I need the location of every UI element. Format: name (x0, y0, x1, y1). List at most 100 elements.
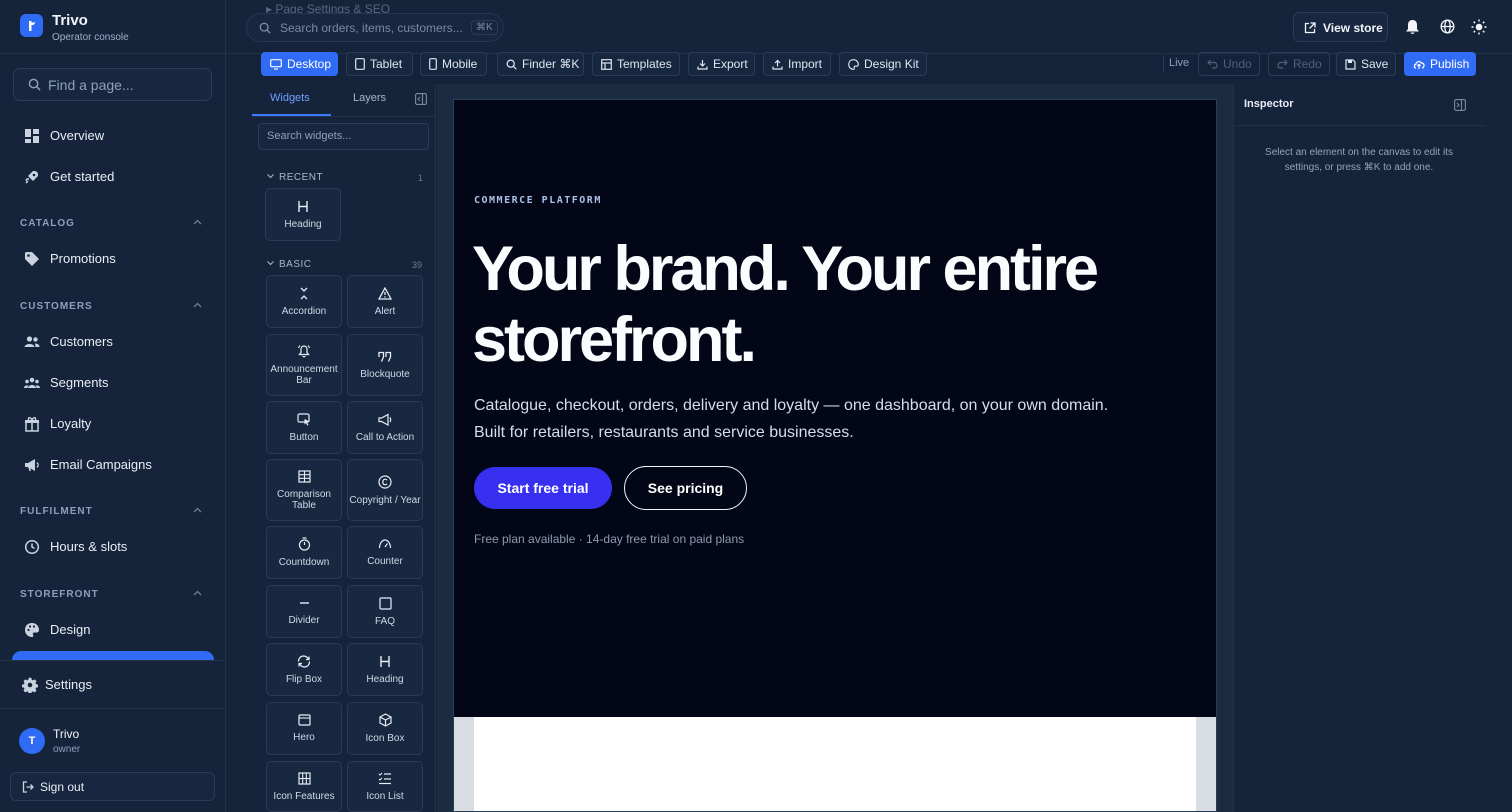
nav-item-customers[interactable]: Customers (0, 324, 225, 360)
widget-tile-call-to-action[interactable]: Call to Action (347, 401, 423, 454)
tablet-icon (355, 58, 365, 70)
chevron-up-icon[interactable] (193, 507, 202, 513)
section-title-catalog[interactable]: CATALOG (20, 218, 75, 229)
nav-item-overview[interactable]: Overview (0, 118, 225, 154)
publish-button[interactable]: Publish (1404, 52, 1476, 76)
hero-icon (297, 714, 311, 726)
nav-item-hours-slots[interactable]: Hours & slots (0, 529, 225, 565)
megaphone-icon (25, 459, 39, 471)
widget-tile-heading-recent[interactable]: Heading (265, 188, 341, 241)
widget-tile-icon-box[interactable]: Icon Box (347, 702, 423, 755)
hero-eyebrow[interactable]: COMMERCE PLATFORM (474, 195, 602, 206)
download-icon (697, 59, 708, 70)
nav-item-settings[interactable]: Settings (0, 667, 225, 703)
widget-tile-countdown[interactable]: Countdown (266, 526, 342, 579)
see-pricing-button[interactable]: See pricing (624, 466, 747, 510)
device-tablet-button[interactable]: Tablet (346, 52, 413, 76)
section-title-storefront[interactable]: STOREFRONT (20, 589, 99, 600)
widget-tile-blockquote[interactable]: Blockquote (347, 334, 423, 396)
widget-label: Button (289, 431, 319, 443)
nav-item-active-partial[interactable] (12, 651, 214, 660)
toolbar-label: Design Kit (864, 57, 919, 71)
widget-tile-hero[interactable]: Hero (266, 702, 342, 755)
sign-out-label: Sign out (40, 780, 85, 794)
hero-description[interactable]: Catalogue, checkout, orders, delivery an… (474, 392, 1114, 446)
group-title-basic[interactable]: BASIC (279, 259, 312, 270)
toolbar-label: Tablet (370, 57, 403, 71)
section-title-fulfilment[interactable]: FULFILMENT (20, 506, 93, 517)
save-button[interactable]: Save (1336, 52, 1396, 76)
find-page-input[interactable]: Find a page... (13, 68, 212, 101)
upload-icon (772, 59, 783, 70)
toolbar-label: Redo (1293, 57, 1322, 71)
widget-tile-icon-list[interactable]: Icon List (347, 761, 423, 812)
widget-tile-counter[interactable]: Counter (347, 526, 423, 579)
nav-item-segments[interactable]: Segments (0, 365, 225, 401)
widget-tile-comparison-table[interactable]: Comparison Table (266, 459, 342, 521)
widget-tile-alert[interactable]: Alert (347, 275, 423, 328)
inspector-title: Inspector (1244, 98, 1294, 110)
widget-label: Heading (366, 673, 404, 685)
widget-search-input[interactable]: Search widgets... (258, 123, 429, 150)
finder-button[interactable]: Finder ⌘K (497, 52, 584, 76)
monitor-icon (270, 58, 282, 70)
section-title-customers[interactable]: CUSTOMERS (20, 301, 93, 312)
tab-widgets[interactable]: Widgets (270, 92, 310, 104)
sun-icon[interactable] (1471, 19, 1487, 35)
widget-tile-accordion[interactable]: Accordion (266, 275, 342, 328)
group-title-recent[interactable]: RECENT (279, 172, 323, 183)
templates-button[interactable]: Templates (592, 52, 680, 76)
widget-tile-announcement-bar[interactable]: Announcement Bar (266, 334, 342, 396)
nav-item-loyalty[interactable]: Loyalty (0, 406, 225, 442)
avatar[interactable]: T (19, 728, 45, 754)
chevron-down-icon[interactable] (267, 174, 274, 179)
widget-tile-flip-box[interactable]: Flip Box (266, 643, 342, 696)
start-free-trial-button[interactable]: Start free trial (474, 467, 612, 509)
widget-tile-faq[interactable]: FAQ (347, 585, 423, 638)
search-icon (506, 59, 517, 70)
bell-icon[interactable] (1405, 19, 1420, 35)
live-status: Live (1169, 57, 1190, 69)
nav-item-design[interactable]: Design (0, 612, 225, 648)
chevron-down-icon[interactable] (267, 261, 274, 266)
design-kit-button[interactable]: Design Kit (839, 52, 927, 76)
search-shortcut: ⌘K (471, 20, 498, 35)
globe-icon[interactable] (1440, 19, 1455, 34)
view-store-button[interactable]: View store (1293, 12, 1388, 42)
export-button[interactable]: Export (688, 52, 755, 76)
global-search-input[interactable]: Search orders, items, customers... ⌘K (246, 13, 504, 42)
chevron-up-icon[interactable] (193, 302, 202, 308)
device-mobile-button[interactable]: Mobile (420, 52, 487, 76)
hero-headline[interactable]: Your brand. Your entire storefront. (472, 234, 1192, 376)
chevron-up-icon[interactable] (193, 590, 202, 596)
canvas-page[interactable]: COMMERCE PLATFORM Your brand. Your entir… (453, 99, 1217, 812)
next-section[interactable] (454, 717, 1216, 811)
hero-note[interactable]: Free plan available · 14-day free trial … (474, 532, 744, 546)
widget-tile-copyright-year[interactable]: Copyright / Year (347, 459, 423, 521)
widget-tile-icon-features[interactable]: Icon Features (266, 761, 342, 812)
redo-button[interactable]: Redo (1268, 52, 1330, 76)
import-button[interactable]: Import (763, 52, 831, 76)
widget-tile-divider[interactable]: Divider (266, 585, 342, 638)
widget-tile-button[interactable]: Button (266, 401, 342, 454)
trivo-logo-icon (20, 14, 43, 37)
tab-layers[interactable]: Layers (353, 92, 386, 104)
user-role: owner (53, 744, 81, 755)
nav-item-email-campaigns[interactable]: Email Campaigns (0, 447, 225, 483)
collapse-panel-icon[interactable] (1454, 99, 1466, 111)
collapse-panel-icon[interactable] (415, 93, 427, 105)
widget-label: Divider (288, 615, 320, 626)
next-section-content[interactable] (474, 717, 1196, 811)
search-icon (28, 78, 41, 91)
sign-out-button[interactable]: Sign out (10, 772, 215, 801)
device-desktop-button[interactable]: Desktop (261, 52, 338, 76)
widget-label: Counter (367, 556, 403, 567)
brand[interactable]: Trivo Operator console (0, 0, 225, 54)
nav-item-get-started[interactable]: Get started (0, 159, 225, 195)
nav-label: Overview (50, 128, 105, 143)
heading-icon (298, 200, 308, 212)
undo-button[interactable]: Undo (1198, 52, 1260, 76)
nav-item-promotions[interactable]: Promotions (0, 241, 225, 277)
chevron-up-icon[interactable] (193, 219, 202, 225)
widget-tile-heading[interactable]: Heading (347, 643, 423, 696)
